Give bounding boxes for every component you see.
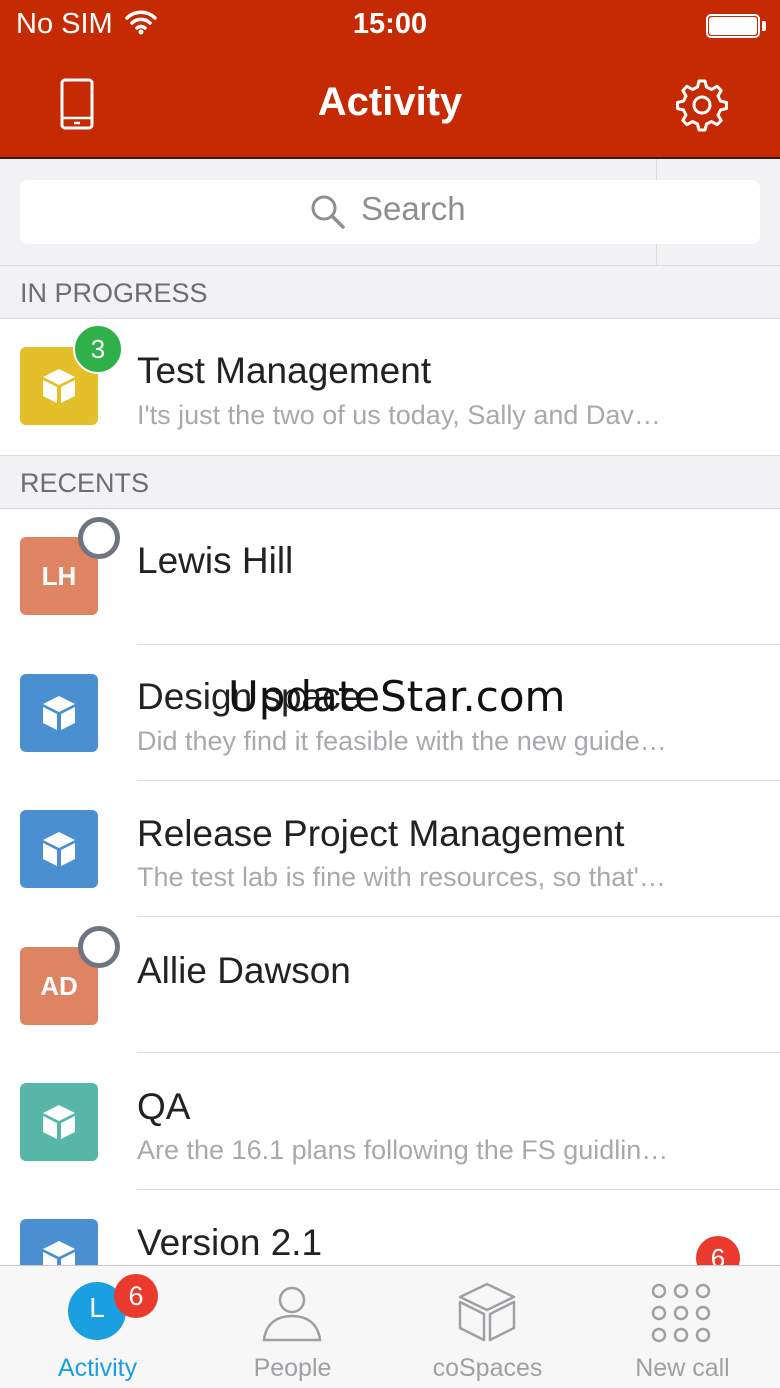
cube-outline-icon: [458, 1282, 516, 1342]
tab-label-activity: Activity: [57, 1354, 138, 1382]
list-item-title: Release Project Management: [137, 813, 625, 854]
dialpad-icon: [651, 1283, 711, 1343]
cube-icon: [43, 369, 75, 403]
cube-icon: [43, 1241, 75, 1265]
battery-level: [709, 17, 757, 35]
watermark: UpdateStar.com: [228, 672, 566, 721]
activity-badge: 6: [114, 1274, 158, 1318]
presence-status-icon: [78, 517, 120, 559]
list-item-title: Version 2.1: [137, 1222, 323, 1263]
search-icon: [311, 195, 345, 229]
list-item-version-2-1[interactable]: Version 2.1 6: [0, 1190, 780, 1265]
list-item-subtitle: Are the 16.1 plans following the FS guid…: [137, 1135, 669, 1165]
unread-badge: 3: [73, 324, 123, 374]
gear-icon[interactable]: [675, 78, 729, 132]
cube-icon: [43, 1105, 75, 1139]
cube-icon: [43, 696, 75, 730]
list-item-title: Lewis Hill: [137, 540, 294, 581]
page-title: Activity: [317, 80, 463, 124]
list-item-subtitle: I'ts just the two of us today, Sally and…: [137, 400, 661, 430]
unread-badge: 6: [696, 1236, 740, 1265]
list-item-title: Test Management: [137, 350, 432, 391]
status-time: 15:00: [352, 8, 428, 40]
list-item-qa[interactable]: [0, 1053, 780, 1189]
list-item-subtitle: The test lab is fine with resources, so …: [137, 862, 666, 892]
list-item-title: Allie Dawson: [137, 950, 351, 991]
person-icon: [262, 1286, 322, 1342]
list-item-subtitle: Did they find it feasible with the new g…: [137, 726, 667, 756]
tab-label-new-call: New call: [635, 1354, 730, 1382]
list-item-title: QA: [137, 1086, 191, 1127]
section-label-in-progress: IN PROGRESS: [20, 278, 208, 308]
section-label-recents: RECENTS: [20, 468, 150, 498]
presence-status-icon: [78, 926, 120, 968]
tab-label-people: People: [253, 1354, 332, 1382]
search-placeholder: Search: [361, 190, 466, 227]
battery-tip: [762, 21, 766, 31]
tab-label-cospaces: coSpaces: [432, 1354, 543, 1382]
cube-icon: [43, 832, 75, 866]
